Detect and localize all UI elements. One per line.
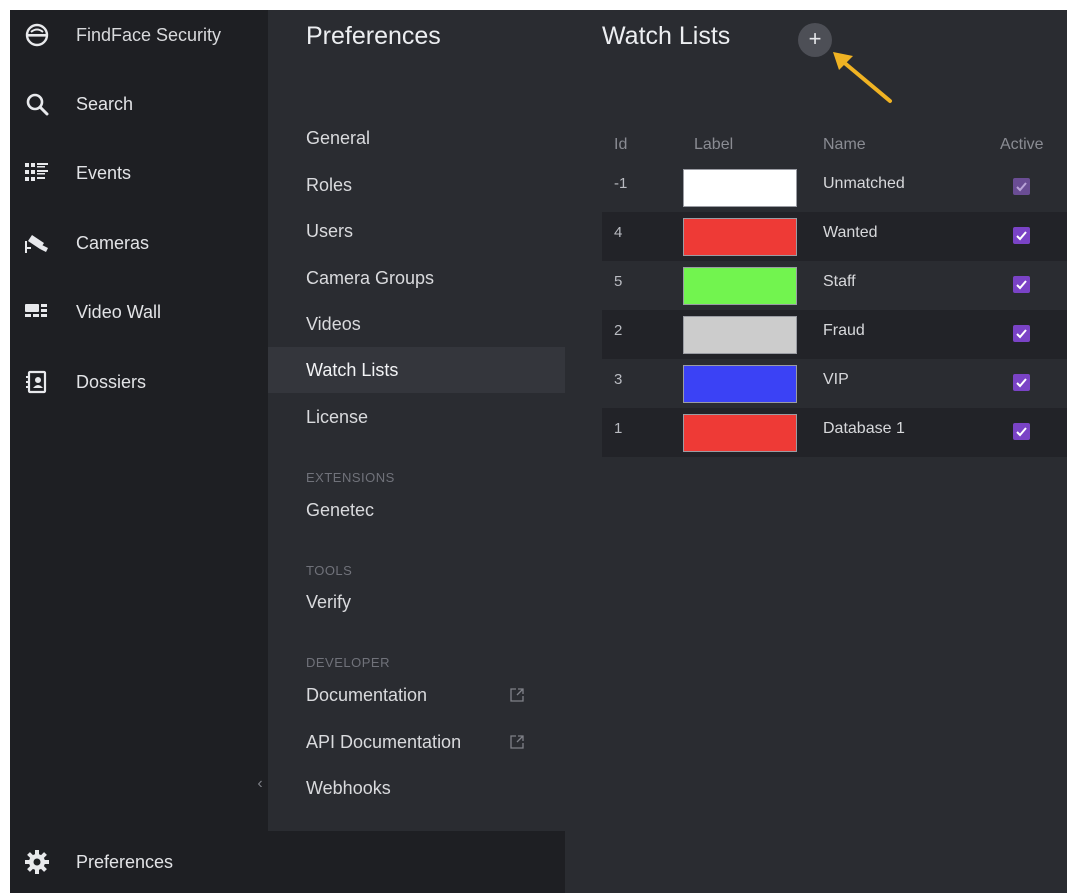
events-icon <box>24 160 50 186</box>
nav-label: Dossiers <box>76 371 147 392</box>
pref-label: Roles <box>306 174 353 195</box>
active-checkbox[interactable] <box>1013 178 1030 195</box>
section-header-extensions: EXTENSIONS <box>306 470 395 485</box>
pref-label: Camera Groups <box>306 267 435 288</box>
row-id: 5 <box>614 273 623 290</box>
table-row[interactable]: 1 Database 1 <box>602 408 1067 457</box>
row-name: Unmatched <box>823 175 905 192</box>
row-id: 1 <box>614 420 623 437</box>
pref-label: Genetec <box>306 499 375 520</box>
label-color-swatch[interactable] <box>683 414 797 452</box>
pref-item-watch-lists[interactable]: Watch Lists <box>268 347 565 393</box>
external-link-icon <box>509 734 525 750</box>
section-header-developer: DEVELOPER <box>306 655 390 670</box>
label-color-swatch[interactable] <box>683 267 797 305</box>
active-checkbox[interactable] <box>1013 325 1030 342</box>
row-id: 3 <box>614 371 623 388</box>
pref-label: Videos <box>306 313 361 334</box>
pref-label: Webhooks <box>306 777 391 798</box>
left-nav: FindFace Security Search Events Cameras <box>10 10 268 893</box>
video-wall-icon <box>24 299 50 325</box>
row-name: Database 1 <box>823 420 905 437</box>
annotation-arrow-icon <box>833 52 892 103</box>
pref-item-users[interactable]: Users <box>268 208 565 254</box>
row-name: Wanted <box>823 224 878 241</box>
column-header-active[interactable]: Active <box>1000 136 1044 154</box>
pref-item-documentation[interactable]: Documentation <box>268 672 565 718</box>
pref-item-camera-groups[interactable]: Camera Groups <box>268 255 565 301</box>
column-header-name[interactable]: Name <box>823 136 866 154</box>
column-header-id[interactable]: Id <box>614 136 627 154</box>
brand-name: FindFace Security <box>76 24 222 45</box>
pref-label: API Documentation <box>306 731 462 752</box>
nav-label: Video Wall <box>76 301 162 322</box>
active-checkbox[interactable] <box>1013 227 1030 244</box>
pref-label: Verify <box>306 591 352 612</box>
nav-item-search[interactable]: Search <box>10 81 268 127</box>
active-checkbox[interactable] <box>1013 374 1030 391</box>
pref-item-videos[interactable]: Videos <box>268 301 565 347</box>
watch-lists-panel: Watch Lists + Id Label Name Active -1 Un… <box>565 10 1067 831</box>
label-color-swatch[interactable] <box>683 169 797 207</box>
table-row[interactable]: 3 VIP <box>602 359 1067 408</box>
row-name: Fraud <box>823 322 865 339</box>
nav-item-video-wall[interactable]: Video Wall <box>10 289 268 335</box>
pref-label: Watch Lists <box>306 359 399 380</box>
table-row[interactable]: 5 Staff <box>602 261 1067 310</box>
label-color-swatch[interactable] <box>683 218 797 256</box>
table-row[interactable]: -1 Unmatched <box>602 163 1067 212</box>
pref-item-verify[interactable]: Verify <box>268 579 565 625</box>
dossier-icon <box>24 369 50 395</box>
row-id: 4 <box>614 224 623 241</box>
pref-item-api-documentation[interactable]: API Documentation <box>268 719 565 765</box>
external-link-icon <box>509 687 525 703</box>
pref-label: Users <box>306 220 354 241</box>
camera-icon <box>24 230 50 256</box>
nav-item-cameras[interactable]: Cameras <box>10 220 268 266</box>
active-checkbox[interactable] <box>1013 276 1030 293</box>
search-icon <box>24 91 50 117</box>
page-title: Watch Lists <box>602 22 731 50</box>
nav-item-dossiers[interactable]: Dossiers <box>10 359 268 405</box>
section-header-tools: TOOLS <box>306 563 353 578</box>
table-row[interactable]: 4 Wanted <box>602 212 1067 261</box>
brand[interactable]: FindFace Security <box>10 12 268 58</box>
collapse-sidebar-button[interactable]: ‹ <box>254 774 266 794</box>
bottom-bar: Preferences <box>10 831 565 893</box>
preferences-title: Preferences <box>306 22 441 50</box>
row-name: Staff <box>823 273 856 290</box>
table-row[interactable]: 2 Fraud <box>602 310 1067 359</box>
label-color-swatch[interactable] <box>683 365 797 403</box>
nav-label: Search <box>76 93 134 114</box>
active-checkbox[interactable] <box>1013 423 1030 440</box>
pref-label: License <box>306 406 369 427</box>
pref-item-license[interactable]: License <box>268 394 565 440</box>
nav-item-preferences[interactable]: Preferences <box>10 839 268 885</box>
gear-icon <box>24 849 50 875</box>
findface-logo-icon <box>24 22 50 48</box>
pref-label: General <box>306 127 371 148</box>
app-window: FindFace Security Search Events Cameras <box>10 10 1067 893</box>
row-id: 2 <box>614 322 623 339</box>
nav-label: Events <box>76 162 132 183</box>
pref-item-roles[interactable]: Roles <box>268 162 565 208</box>
row-id: -1 <box>614 175 628 192</box>
pref-item-general[interactable]: General <box>268 115 565 161</box>
nav-label: Cameras <box>76 232 150 253</box>
column-header-label[interactable]: Label <box>694 136 733 154</box>
pref-label: Documentation <box>306 684 428 705</box>
pref-item-webhooks[interactable]: Webhooks <box>268 765 565 811</box>
pref-item-genetec[interactable]: Genetec <box>268 487 565 533</box>
label-color-swatch[interactable] <box>683 316 797 354</box>
preferences-menu: Preferences General Roles Users Camera G… <box>268 10 565 831</box>
nav-item-events[interactable]: Events <box>10 150 268 196</box>
nav-label: Preferences <box>76 851 174 872</box>
row-name: VIP <box>823 371 849 388</box>
